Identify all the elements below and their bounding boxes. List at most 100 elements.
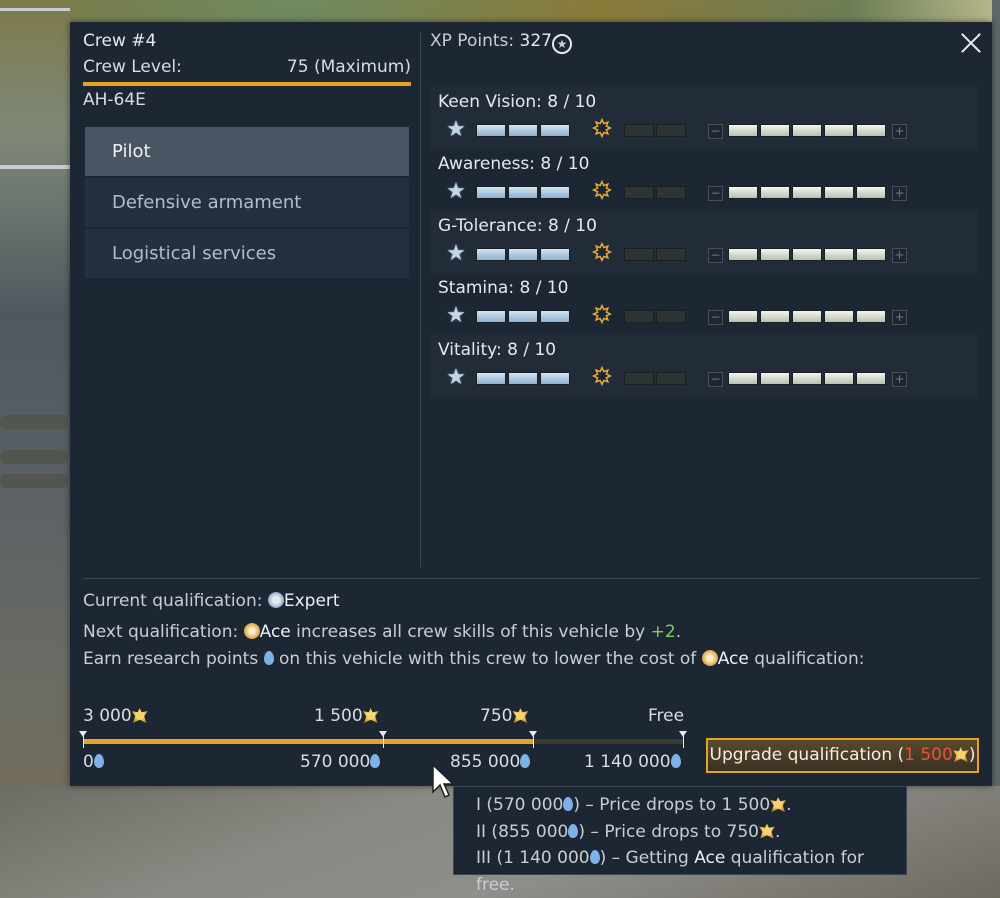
expert-segment	[508, 372, 538, 385]
progress-tick	[683, 736, 684, 748]
expert-icon	[267, 592, 284, 608]
tab-defensive-armament[interactable]: Defensive armament	[85, 178, 409, 227]
decrease-skill-button[interactable]: −	[708, 372, 723, 387]
skill-row: G-Tolerance: 8 / 10 ★ ✸ − +	[430, 211, 978, 273]
research-points-icon	[589, 850, 600, 864]
expert-segment	[540, 372, 570, 385]
threshold-label: 1 140 000	[584, 752, 681, 772]
expert-progress	[476, 372, 570, 385]
skill-point-segment	[856, 310, 886, 323]
expert-segment	[540, 186, 570, 199]
expert-progress	[476, 248, 570, 261]
progress-tick	[83, 736, 84, 748]
research-points-icon	[370, 754, 381, 768]
progress-tick	[383, 736, 384, 748]
skill-category-tabs: Pilot Defensive armament Logistical serv…	[85, 127, 409, 280]
skill-points-bar[interactable]	[728, 248, 886, 261]
upgrade-cost: 1 500	[904, 745, 953, 765]
next-qualification-label: Next qualification:	[83, 622, 244, 642]
ace-segment	[656, 124, 686, 137]
xp-value: 327	[519, 31, 552, 51]
skill-point-segment	[856, 124, 886, 137]
earn-research-text: Earn research points on this vehicle wit…	[83, 649, 864, 669]
xp-points: XP Points: 327 ★	[430, 31, 572, 54]
ace-progress	[624, 372, 686, 385]
increase-skill-button[interactable]: +	[892, 310, 907, 325]
close-button[interactable]	[958, 30, 984, 56]
expert-segment	[476, 372, 506, 385]
skill-point-segment	[760, 372, 790, 385]
ace-segment	[656, 372, 686, 385]
increase-skill-button[interactable]: +	[892, 248, 907, 263]
threshold-label: 0	[83, 752, 104, 772]
divider	[420, 32, 421, 567]
tooltip-line: I (570 000) – Price drops to 1 500.	[476, 795, 792, 815]
vehicle-name: AH-64E	[83, 90, 146, 110]
decrease-skill-button[interactable]: −	[708, 186, 723, 201]
golden-eagle-icon	[770, 797, 787, 812]
divider	[83, 578, 979, 579]
earn-text: Earn research points	[83, 649, 264, 669]
skill-controls: ★ ✸ − +	[444, 303, 984, 328]
current-qualification: Current qualification: Expert	[83, 591, 340, 611]
skill-point-segment	[792, 248, 822, 261]
expert-progress	[476, 186, 570, 199]
expert-star-icon: ★	[446, 179, 466, 204]
expert-segment	[540, 248, 570, 261]
research-points-icon	[520, 754, 531, 768]
pipe-decoration	[0, 415, 68, 429]
golden-eagle-icon	[512, 708, 529, 723]
skill-point-segment	[824, 124, 854, 137]
current-qualification-value: Expert	[283, 591, 340, 611]
skill-controls: ★ ✸ − +	[444, 365, 984, 390]
increase-skill-button[interactable]: +	[892, 186, 907, 201]
golden-eagle-icon	[952, 747, 969, 762]
upgrade-qualification-button[interactable]: Upgrade qualification (1 500)	[706, 738, 979, 773]
crew-level-label: Crew Level:	[83, 57, 182, 77]
golden-eagle-icon	[131, 708, 148, 723]
ace-star-icon: ✸	[592, 303, 612, 328]
increase-skill-button[interactable]: +	[892, 124, 907, 139]
ace-progress	[624, 248, 686, 261]
xp-label: XP Points:	[430, 31, 520, 51]
ace-segment	[624, 186, 654, 199]
tab-pilot[interactable]: Pilot	[85, 127, 409, 176]
crew-level-bar	[83, 82, 411, 86]
decrease-skill-button[interactable]: −	[708, 124, 723, 139]
threshold-label: 855 000	[450, 752, 531, 772]
skill-label: Awareness: 8 / 10	[438, 154, 590, 174]
decrease-skill-button[interactable]: −	[708, 310, 723, 325]
ace-star-icon: ✸	[592, 179, 612, 204]
qualification-progress-track	[79, 731, 687, 748]
increase-skill-button[interactable]: +	[892, 372, 907, 387]
price-label: 1 500	[314, 706, 379, 726]
skills-list: Keen Vision: 8 / 10 ★ ✸ − + Awareness: 8 / 10…	[430, 87, 978, 397]
skill-label: G-Tolerance: 8 / 10	[438, 216, 597, 236]
tab-logistical-services[interactable]: Logistical services	[85, 229, 409, 278]
skill-points-bar[interactable]	[728, 372, 886, 385]
skill-points-bar[interactable]	[728, 124, 886, 137]
skill-row: Keen Vision: 8 / 10 ★ ✸ − +	[430, 87, 978, 149]
upgrade-label: Upgrade qualification (	[709, 745, 905, 765]
skill-points-bar[interactable]	[728, 186, 886, 199]
price-label-free: Free	[648, 706, 685, 726]
ace-star-icon: ✸	[592, 365, 612, 390]
skill-point-segment	[824, 310, 854, 323]
expert-star-icon: ★	[446, 365, 466, 390]
decrease-skill-button[interactable]: −	[708, 248, 723, 263]
skill-points-bar[interactable]	[728, 310, 886, 323]
next-qualification: Next qualification: Ace increases all cr…	[83, 622, 681, 642]
price-label: 750	[480, 706, 529, 726]
next-qualification-value: Ace	[259, 622, 291, 642]
expert-progress	[476, 310, 570, 323]
skill-point-segment	[760, 310, 790, 323]
skill-label: Stamina: 8 / 10	[438, 278, 569, 298]
road-marking	[0, 165, 70, 169]
expert-segment	[540, 310, 570, 323]
progress-tick	[533, 736, 534, 748]
road-marking	[0, 8, 70, 11]
pipe-decoration	[0, 474, 68, 488]
ace-segment	[656, 248, 686, 261]
expert-segment	[508, 124, 538, 137]
skill-point-segment	[728, 186, 758, 199]
